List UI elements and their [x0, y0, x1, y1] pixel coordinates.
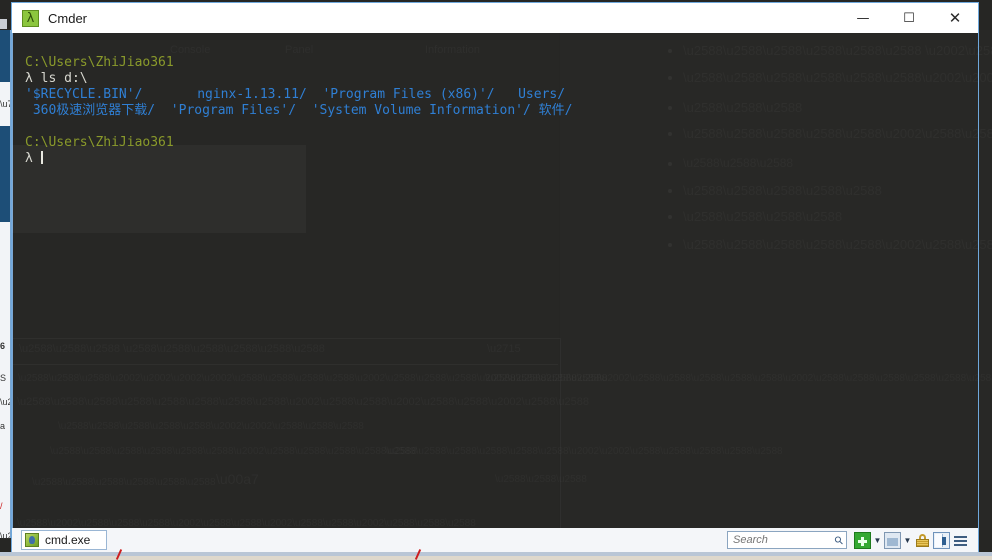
sliver-label-1: \u7f16 — [0, 99, 10, 109]
listing-r1-c3: 'Program Files (x86)'/ — [322, 87, 495, 102]
panel-icon[interactable] — [933, 531, 950, 549]
search-icon: ⚲ — [832, 533, 847, 548]
sliver-label-7: \u2611 — [0, 531, 10, 541]
listing-r2-c4: 软件/ — [538, 103, 573, 118]
hamburger-menu-icon[interactable] — [952, 532, 969, 549]
screen: Console Panel Information \u2014 \u2014\… — [0, 0, 992, 560]
new-console-dropdown-chevron-down-icon[interactable]: ▼ — [872, 532, 883, 549]
window-controls: — ☐ ✕ — [840, 3, 978, 33]
listing-r2-c2: 'Program Files'/ — [170, 103, 297, 118]
prompt-symbol-1: λ — [25, 71, 33, 86]
background-app-left-sliver: \u7f16 6 S \u25a0 a / \u2611 — [0, 30, 10, 541]
sliver-label-2: 6 — [0, 341, 6, 351]
terminal-area[interactable]: C:\Users\ZhiJiao361 λ ls d:\ '$RECYCLE.B… — [12, 33, 978, 534]
status-bar: cmd.exe ⚲ ▼ ▼ — [11, 528, 979, 552]
cmder-window: λ Cmder — ☐ ✕ C:\Users\ZhiJiao361 λ ls d… — [11, 2, 979, 534]
listing-r1-c2: nginx-1.13.11/ — [197, 87, 307, 102]
taskbar-item-label: cmd.exe — [45, 533, 91, 547]
desktop-accent-strip — [0, 552, 992, 556]
new-console-button[interactable] — [854, 531, 871, 549]
cmder-lambda-icon: λ — [22, 9, 39, 27]
window-layout-dropdown-chevron-down-icon[interactable]: ▼ — [902, 532, 913, 549]
cmd-exe-icon — [25, 533, 39, 547]
sliver-label-3: S — [0, 373, 7, 383]
window-title: Cmder — [48, 10, 88, 26]
prompt-path-line-2: C:\Users\ZhiJiao361 — [25, 135, 174, 150]
minimize-button[interactable]: — — [840, 3, 886, 33]
listing-r2-c3: 'System Volume Information'/ — [311, 103, 531, 118]
maximize-button[interactable]: ☐ — [886, 3, 932, 33]
taskbar-item-cmd-exe[interactable]: cmd.exe — [21, 530, 107, 550]
console-pane[interactable]: C:\Users\ZhiJiao361 λ ls d:\ '$RECYCLE.B… — [12, 33, 573, 534]
console-output: C:\Users\ZhiJiao361 λ ls d:\ '$RECYCLE.B… — [12, 33, 573, 167]
listing-r1-c1: '$RECYCLE.BIN'/ — [25, 87, 143, 102]
listing-r1-c4: Users/ — [518, 87, 566, 102]
lock-icon[interactable] — [914, 532, 931, 549]
text-cursor — [40, 151, 43, 164]
sliver-label-6: / — [0, 501, 3, 511]
sliver-band-top — [0, 30, 10, 82]
close-button[interactable]: ✕ — [932, 3, 978, 33]
listing-r2-c1: 360极速浏览器下载/ — [32, 103, 156, 118]
prompt-path-line-1: C:\Users\ZhiJiao361 — [25, 55, 174, 70]
title-bar[interactable]: λ Cmder — ☐ ✕ — [12, 3, 978, 33]
prompt-symbol-2: λ — [25, 151, 33, 166]
desktop-bottom-strip — [0, 552, 992, 560]
search-box[interactable]: ⚲ — [727, 531, 847, 549]
sliver-label-4: \u25a0 — [0, 397, 10, 407]
sliver-band-mid — [0, 126, 10, 222]
scroll-tick — [0, 19, 7, 29]
search-input[interactable] — [731, 533, 833, 547]
window-layout-button[interactable] — [884, 531, 901, 549]
status-bar-tools: ⚲ ▼ ▼ — [727, 531, 978, 549]
command-text: ls d:\ — [40, 71, 88, 86]
sliver-label-5: a — [0, 421, 6, 431]
